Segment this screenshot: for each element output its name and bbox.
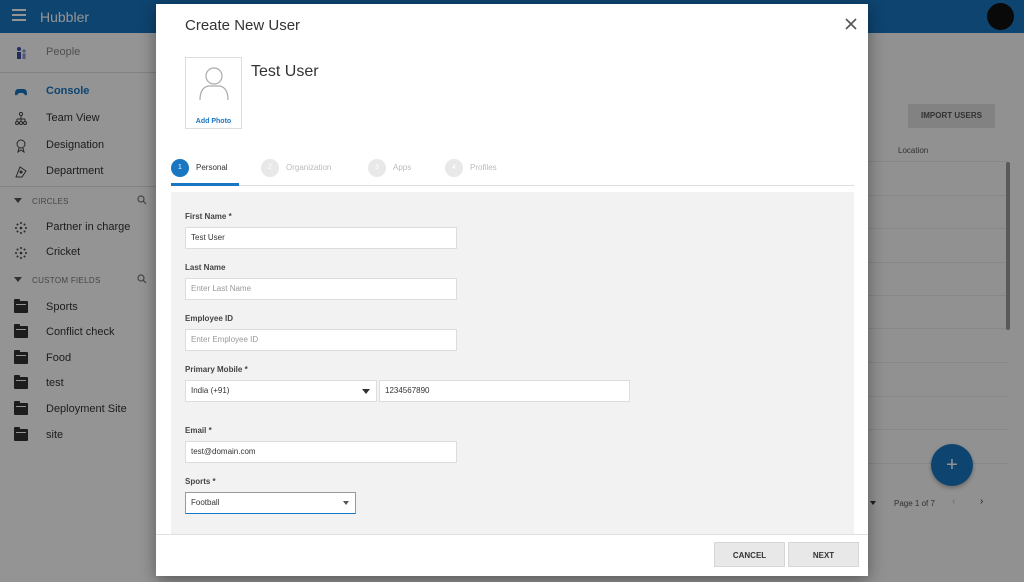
sports-label: Sports * bbox=[185, 477, 216, 486]
last-name-label: Last Name bbox=[185, 263, 226, 272]
footer-divider bbox=[156, 534, 868, 535]
step-label: Apps bbox=[393, 163, 412, 172]
employee-id-label: Employee ID bbox=[185, 314, 234, 323]
employee-id-field[interactable]: Enter Employee ID bbox=[185, 329, 457, 351]
step-number: 4 bbox=[445, 159, 463, 177]
add-photo-button[interactable]: Add Photo bbox=[185, 57, 242, 129]
country-code-select[interactable]: India (+91) bbox=[185, 380, 377, 402]
email-field[interactable]: test@domain.com bbox=[185, 441, 457, 463]
next-button[interactable]: NEXT bbox=[788, 542, 859, 567]
active-tab-indicator bbox=[171, 183, 239, 186]
step-label: Personal bbox=[196, 163, 228, 172]
personal-form: First Name * Test User Last Name Enter L… bbox=[171, 192, 854, 534]
step-number: 3 bbox=[368, 159, 386, 177]
user-display-name: Test User bbox=[251, 63, 319, 80]
step-label: Profiles bbox=[470, 163, 497, 172]
email-label: Email * bbox=[185, 426, 212, 435]
close-icon[interactable] bbox=[844, 17, 858, 31]
step-label: Organization bbox=[286, 163, 332, 172]
create-user-dialog: Create New User Add Photo Test User 1 Pe… bbox=[156, 4, 868, 576]
step-number: 2 bbox=[261, 159, 279, 177]
mobile-number-field[interactable]: 1234567890 bbox=[379, 380, 630, 402]
chevron-down-icon bbox=[362, 389, 370, 394]
user-silhouette-icon bbox=[199, 67, 229, 101]
country-code-value: India (+91) bbox=[191, 386, 230, 395]
step-number: 1 bbox=[171, 159, 189, 177]
first-name-label: First Name * bbox=[185, 212, 232, 221]
sports-select[interactable]: Football bbox=[185, 492, 356, 514]
first-name-field[interactable]: Test User bbox=[185, 227, 457, 249]
sports-value: Football bbox=[191, 498, 220, 507]
dialog-title: Create New User bbox=[185, 17, 301, 34]
primary-mobile-label: Primary Mobile * bbox=[185, 365, 248, 374]
add-photo-label: Add Photo bbox=[195, 118, 232, 125]
step-tabs: 1 Personal 2 Organization 3 Apps 4 Profi… bbox=[171, 159, 854, 186]
cancel-button[interactable]: CANCEL bbox=[714, 542, 785, 567]
chevron-down-icon bbox=[343, 501, 349, 505]
last-name-field[interactable]: Enter Last Name bbox=[185, 278, 457, 300]
